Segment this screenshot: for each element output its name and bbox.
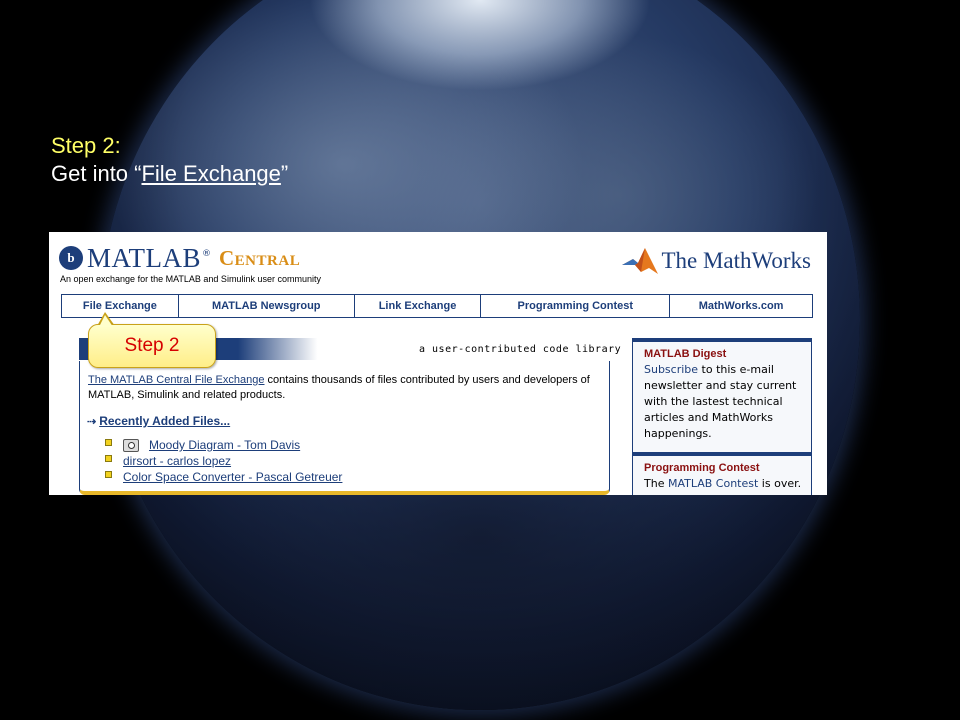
recent-files-list: Moody Diagram - Tom Davis dirsort - carl… xyxy=(105,437,342,485)
slide-step-title: Step 2: xyxy=(51,133,121,158)
logo-central-text: Central xyxy=(219,245,301,270)
contest-suffix: is over. xyxy=(758,477,802,490)
nav-mathworks-com[interactable]: MathWorks.com xyxy=(670,295,812,317)
bullet-icon xyxy=(105,438,112,446)
list-item: Color Space Converter - Pascal Getreuer xyxy=(105,469,342,485)
list-item: dirsort - carlos lopez xyxy=(105,453,342,469)
file-exchange-subtitle: a user-contributed code library xyxy=(419,344,622,355)
mathworks-logo-text: The MathWorks xyxy=(661,248,811,273)
step-callout: Step 2 xyxy=(88,324,216,368)
nav-link-exchange[interactable]: Link Exchange xyxy=(355,295,482,317)
list-item: Moody Diagram - Tom Davis xyxy=(105,437,342,453)
mathworks-logo[interactable]: The MathWorks xyxy=(621,246,811,276)
programming-contest-body: The MATLAB Contest is over. xyxy=(644,476,803,492)
file-link[interactable]: Color Space Converter - Pascal Getreuer xyxy=(123,470,342,484)
slide-step-body: Get into “File Exchange” xyxy=(51,160,288,188)
matlab-logo-icon: b xyxy=(59,246,83,270)
site-tagline: An open exchange for the MATLAB and Simu… xyxy=(60,274,321,284)
mathworks-membrane-icon xyxy=(622,248,659,274)
programming-contest-box: Programming Contest The MATLAB Contest i… xyxy=(632,452,812,495)
file-link[interactable]: dirsort - carlos lopez xyxy=(123,454,231,468)
dotted-arrow-icon: ⇢ xyxy=(87,415,97,428)
slide-body-suffix: ” xyxy=(280,161,289,186)
file-link[interactable]: Moody Diagram - Tom Davis xyxy=(149,438,300,452)
recently-added-heading: ⇢ Recently Added Files... xyxy=(87,414,230,428)
nav-file-exchange[interactable]: File Exchange xyxy=(62,295,179,317)
callout-pointer-fill xyxy=(99,315,113,327)
file-exchange-description: The MATLAB Central File Exchange contain… xyxy=(88,373,608,403)
camera-icon xyxy=(123,438,139,452)
logo-matlab-text: MATLAB xyxy=(87,242,202,273)
matlab-central-screenshot: b MATLAB ® Central An open exchange for t… xyxy=(49,232,827,495)
bullet-icon xyxy=(105,470,112,478)
slide-instructions: Step 2: Get into “File Exchange” xyxy=(51,132,288,188)
subscribe-link[interactable]: Subscribe xyxy=(644,363,698,376)
nav-matlab-newsgroup[interactable]: MATLAB Newsgroup xyxy=(179,295,355,317)
file-exchange-link[interactable]: File Exchange xyxy=(141,161,280,186)
bullet-icon xyxy=(105,454,112,462)
matlab-digest-title: MATLAB Digest xyxy=(644,348,727,360)
matlab-contest-link[interactable]: MATLAB Contest xyxy=(668,477,758,490)
main-nav: File Exchange MATLAB Newsgroup Link Exch… xyxy=(61,294,813,318)
contest-prefix: The xyxy=(644,477,668,490)
slide-body-prefix: Get into “ xyxy=(51,161,142,186)
matlab-central-logo[interactable]: b MATLAB ® Central xyxy=(59,242,300,274)
file-exchange-desc-link[interactable]: The MATLAB Central File Exchange xyxy=(88,374,264,386)
matlab-digest-body: Subscribe to this e-mail newsletter and … xyxy=(644,362,803,442)
matlab-digest-box: MATLAB Digest Subscribe to this e-mail n… xyxy=(632,338,812,453)
recently-added-link[interactable]: Recently Added Files... xyxy=(99,414,230,428)
logo-registered-mark: ® xyxy=(202,249,212,259)
right-sidebar: MATLAB Digest Subscribe to this e-mail n… xyxy=(632,338,812,495)
programming-contest-title: Programming Contest xyxy=(644,462,760,474)
nav-programming-contest[interactable]: Programming Contest xyxy=(481,295,671,317)
